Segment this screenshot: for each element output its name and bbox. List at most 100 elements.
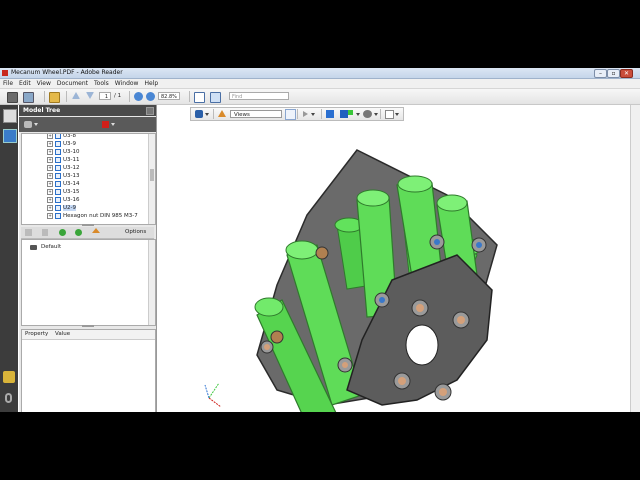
toolbar-separator <box>189 91 190 102</box>
home-icon[interactable] <box>92 228 100 233</box>
camera-icon <box>30 245 37 250</box>
toolbar-separator <box>129 91 130 102</box>
menu-edit[interactable]: Edit <box>16 79 34 88</box>
expand-icon[interactable]: + <box>47 181 53 187</box>
tree-item-label: U3-11 <box>63 157 80 163</box>
zoom-field[interactable]: 82.8% <box>158 92 180 100</box>
scrollbar-thumb[interactable] <box>150 169 154 181</box>
bolt <box>434 383 452 401</box>
expand-icon[interactable]: + <box>47 205 53 211</box>
mecanum-wheel-3d-model[interactable] <box>157 105 627 412</box>
tree-item[interactable]: + U3-12 <box>47 164 80 172</box>
visibility-checkbox[interactable] <box>55 141 61 147</box>
tree-item[interactable]: + U3-13 <box>47 172 80 180</box>
menu-file[interactable]: File <box>0 79 16 88</box>
tree-item-selected[interactable]: + U2-9 <box>47 204 77 212</box>
previous-page-icon[interactable] <box>72 92 80 99</box>
zoom-in-icon[interactable] <box>146 92 155 101</box>
bolt <box>471 237 487 253</box>
main-toolbar: 1 / 1 82.8% Find <box>0 89 640 105</box>
pages-icon[interactable] <box>3 109 17 123</box>
expand-icon[interactable]: + <box>47 157 53 163</box>
tree-item[interactable]: + U3-10 <box>47 148 80 156</box>
splitter-handle[interactable] <box>82 325 94 327</box>
expand-icon[interactable]: + <box>47 197 53 203</box>
expand-icon[interactable]: + <box>47 189 53 195</box>
visibility-checkbox[interactable] <box>55 173 61 179</box>
menu-view[interactable]: View <box>34 79 54 88</box>
email-icon[interactable] <box>23 92 34 103</box>
next-page-icon[interactable] <box>86 92 94 99</box>
title-bar: Mecanum Wheel.PDF - Adobe Reader – ▫ ✕ <box>0 68 640 79</box>
color-swatch-icon[interactable] <box>102 121 109 128</box>
tree-item-label: U3-10 <box>63 149 80 155</box>
view-item-default[interactable]: Default <box>41 243 61 252</box>
visibility-checkbox[interactable] <box>55 134 61 139</box>
tree-item[interactable]: + U3-15 <box>47 188 80 196</box>
fit-page-icon[interactable] <box>194 92 205 103</box>
visibility-checkbox[interactable] <box>55 165 61 171</box>
view-icon[interactable] <box>25 229 32 236</box>
attachment-icon[interactable] <box>5 393 12 403</box>
expand-icon[interactable]: + <box>47 173 53 179</box>
model-tree-toolbar <box>19 117 156 132</box>
visibility-checkbox[interactable] <box>55 205 61 211</box>
restore-button[interactable]: ▫ <box>607 69 620 78</box>
expand-icon[interactable]: + <box>47 213 53 219</box>
tree-item[interactable]: + U3-14 <box>47 180 80 188</box>
visibility-checkbox[interactable] <box>55 181 61 187</box>
chevron-down-icon[interactable] <box>34 123 38 126</box>
visibility-checkbox[interactable] <box>55 149 61 155</box>
document-scrollbar[interactable] <box>630 105 640 412</box>
splitter-handle[interactable] <box>82 224 94 226</box>
visibility-checkbox[interactable] <box>55 157 61 163</box>
expand-icon[interactable]: + <box>47 165 53 171</box>
properties-header: Property Value <box>22 330 155 340</box>
tree-item[interactable]: + Hexagon nut DIN 985 M3-7 <box>47 212 138 220</box>
menu-tools[interactable]: Tools <box>91 79 112 88</box>
bolt <box>411 299 429 317</box>
fit-width-icon[interactable] <box>210 92 221 103</box>
chevron-down-icon[interactable] <box>111 123 115 126</box>
close-button[interactable]: ✕ <box>620 69 633 78</box>
share-icon[interactable] <box>49 92 60 103</box>
panel-title: Model Tree <box>23 107 61 114</box>
delete-icon[interactable] <box>42 229 48 236</box>
model-tree-icon[interactable] <box>3 129 17 143</box>
bolt <box>374 292 390 308</box>
minimize-button[interactable]: – <box>594 69 607 78</box>
find-field[interactable]: Find <box>229 92 289 100</box>
tree-item[interactable]: + U3-8 <box>47 134 76 140</box>
expand-icon[interactable]: + <box>47 141 53 147</box>
visibility-checkbox[interactable] <box>55 213 61 219</box>
model-tree-panel: Model Tree + U3-8 + U3-9 + U3-10 + U3-11 + U3… <box>19 105 157 412</box>
bolt <box>452 311 470 329</box>
expand-icon[interactable]: + <box>47 134 53 139</box>
tree-item[interactable]: + U3-9 <box>47 140 76 148</box>
print-icon[interactable] <box>7 92 18 103</box>
document-viewer[interactable]: Views <box>157 105 640 412</box>
menu-help[interactable]: Help <box>141 79 161 88</box>
visibility-checkbox[interactable] <box>55 189 61 195</box>
tree-scrollbar[interactable] <box>148 134 155 224</box>
center-hole <box>405 324 439 366</box>
page-number-field[interactable]: 1 <box>99 92 111 100</box>
previous-view-icon[interactable] <box>59 229 66 236</box>
zoom-out-icon[interactable] <box>134 92 143 101</box>
properties-panel: Property Value <box>21 329 156 412</box>
views-list: Default <box>21 239 156 326</box>
tree-item-label: U3-15 <box>63 189 80 195</box>
menu-window[interactable]: Window <box>112 79 142 88</box>
views-scrollbar[interactable] <box>148 240 155 325</box>
views-options-button[interactable]: Options <box>125 228 146 237</box>
parts-options-icon[interactable] <box>24 121 32 128</box>
expand-icon[interactable]: + <box>47 149 53 155</box>
tree-item[interactable]: + U3-11 <box>47 156 80 164</box>
menu-document[interactable]: Document <box>54 79 91 88</box>
bolt <box>270 330 284 344</box>
panel-options-icon[interactable] <box>146 107 154 115</box>
comment-icon[interactable] <box>3 371 15 383</box>
next-view-icon[interactable] <box>75 229 82 236</box>
visibility-checkbox[interactable] <box>55 197 61 203</box>
tree-item[interactable]: + U3-16 <box>47 196 80 204</box>
